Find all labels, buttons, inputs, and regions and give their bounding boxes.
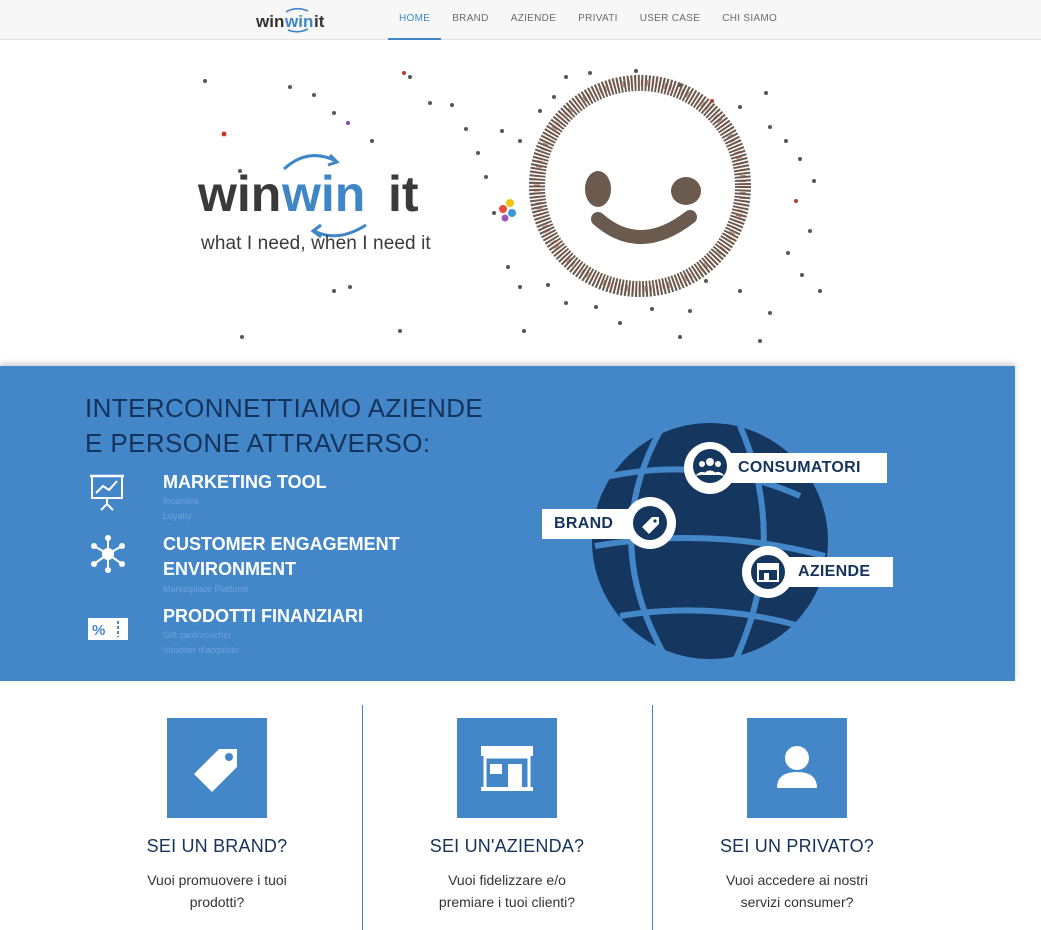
network-hub-icon bbox=[91, 535, 125, 573]
balloons bbox=[499, 199, 516, 222]
feature-customer-engagement-title-line1: CUSTOMER ENGAGEMENT bbox=[163, 534, 400, 554]
azienda-card-desc-line2: premiare i tuoi clienti? bbox=[438, 894, 576, 910]
audience-cards-section: SEI UN BRAND? Vuoi promuovere i tuoi pro… bbox=[0, 681, 1041, 930]
feature-prodotti-finanziari-title: PRODOTTI FINANZIARI bbox=[163, 606, 363, 626]
brand-label: BRAND bbox=[554, 515, 614, 532]
svg-text:%: % bbox=[92, 622, 105, 639]
feature-prodotti-finanziari-sub2: Voucher d'acquisto bbox=[163, 645, 239, 655]
brand-card-icon-box[interactable] bbox=[167, 718, 267, 818]
logo-text-part1: win bbox=[198, 166, 281, 222]
nav-item-chi-siamo[interactable]: CHI SIAMO bbox=[711, 0, 788, 40]
hero-crowd-smiley-image bbox=[203, 69, 822, 343]
tag-small-icon bbox=[633, 506, 667, 540]
store-small-icon bbox=[751, 555, 785, 589]
privato-card-title[interactable]: SEI UN PRIVATO? bbox=[667, 836, 927, 857]
globe-label-consumatori: CONSUMATORI bbox=[720, 453, 887, 483]
nav-menu: HOME BRAND AZIENDE PRIVATI USER CASE CHI… bbox=[388, 0, 788, 40]
feature-customer-engagement-title-line2: ENVIRONMENT bbox=[163, 559, 297, 579]
privato-card-icon-box[interactable] bbox=[747, 718, 847, 818]
azienda-card-title[interactable]: SEI UN'AZIENDA? bbox=[377, 836, 637, 857]
privato-card-desc-line1: Vuoi accedere ai nostri bbox=[726, 872, 868, 888]
azienda-card-description: Vuoi fidelizzare e/o premiare i tuoi cli… bbox=[407, 869, 607, 913]
aziende-badge bbox=[742, 546, 794, 598]
nav-logo-part3: it bbox=[314, 12, 325, 31]
brand-card-description: Vuoi promuovere i tuoi prodotti? bbox=[117, 869, 317, 913]
azienda-card-desc-line1: Vuoi fidelizzare e/o bbox=[448, 872, 566, 888]
nav-logo-part2: win bbox=[284, 12, 313, 31]
consumatori-badge bbox=[684, 442, 736, 494]
nav-logo-part1: win bbox=[256, 12, 284, 31]
people-group-icon bbox=[693, 449, 727, 483]
logo-text-part2: win bbox=[281, 166, 365, 222]
feature-customer-engagement-sub1: Marketplace Platform bbox=[163, 584, 249, 594]
consumatori-label: CONSUMATORI bbox=[738, 459, 861, 476]
aziende-label: AZIENDE bbox=[798, 563, 871, 580]
feature-marketing-tool-sub1: Incentive bbox=[163, 496, 200, 506]
privato-card-desc-line2: servizi consumer? bbox=[740, 894, 854, 910]
brand-card-title[interactable]: SEI UN BRAND? bbox=[87, 836, 347, 857]
azienda-card-icon-box[interactable] bbox=[457, 718, 557, 818]
privato-card-description: Vuoi accedere ai nostri servizi consumer… bbox=[697, 869, 897, 913]
nav-item-privati[interactable]: PRIVATI bbox=[567, 0, 629, 40]
band-title-line1: INTERCONNETTIAMO AZIENDE bbox=[85, 393, 484, 423]
nav-item-home[interactable]: HOME bbox=[388, 0, 442, 40]
store-icon bbox=[481, 746, 533, 791]
tag-icon bbox=[194, 749, 237, 792]
brand-card-desc-line1: Vuoi promuovere i tuoi bbox=[147, 872, 287, 888]
card-divider-2 bbox=[652, 705, 653, 930]
band-title-line2: E PERSONE ATTRAVERSO: bbox=[85, 428, 431, 458]
user-icon bbox=[777, 746, 817, 788]
winwinit-nav-logo[interactable]: win win it bbox=[256, 6, 336, 34]
hero-tagline: what I need, when I need it bbox=[201, 233, 431, 254]
presentation-chart-icon bbox=[90, 474, 124, 511]
feature-prodotti-finanziari-sub1: Gift card/voucher bbox=[163, 630, 232, 640]
percent-ticket-icon: % bbox=[88, 618, 128, 640]
nav-item-brand[interactable]: BRAND bbox=[441, 0, 500, 40]
feature-marketing-tool-sub2: Loyalty bbox=[163, 511, 192, 521]
top-navbar: win win it HOME BRAND AZIENDE PRIVATI US… bbox=[0, 0, 1041, 40]
logo-text-part3: it bbox=[388, 166, 419, 222]
nav-item-aziende[interactable]: AZIENDE bbox=[500, 0, 567, 40]
brand-card-desc-line2: prodotti? bbox=[189, 894, 245, 910]
nav-item-user-case[interactable]: USER CASE bbox=[629, 0, 712, 40]
interconnect-band: INTERCONNETTIAMO AZIENDE E PERSONE ATTRA… bbox=[0, 366, 1015, 681]
brand-badge bbox=[624, 497, 676, 549]
hero-banner: win win it what I need, when I need it bbox=[0, 41, 1041, 366]
band-title: INTERCONNETTIAMO AZIENDE E PERSONE ATTRA… bbox=[85, 391, 483, 461]
crowd-smiley bbox=[529, 75, 751, 297]
feature-marketing-tool-title: MARKETING TOOL bbox=[163, 472, 327, 492]
card-divider-1 bbox=[362, 705, 363, 930]
